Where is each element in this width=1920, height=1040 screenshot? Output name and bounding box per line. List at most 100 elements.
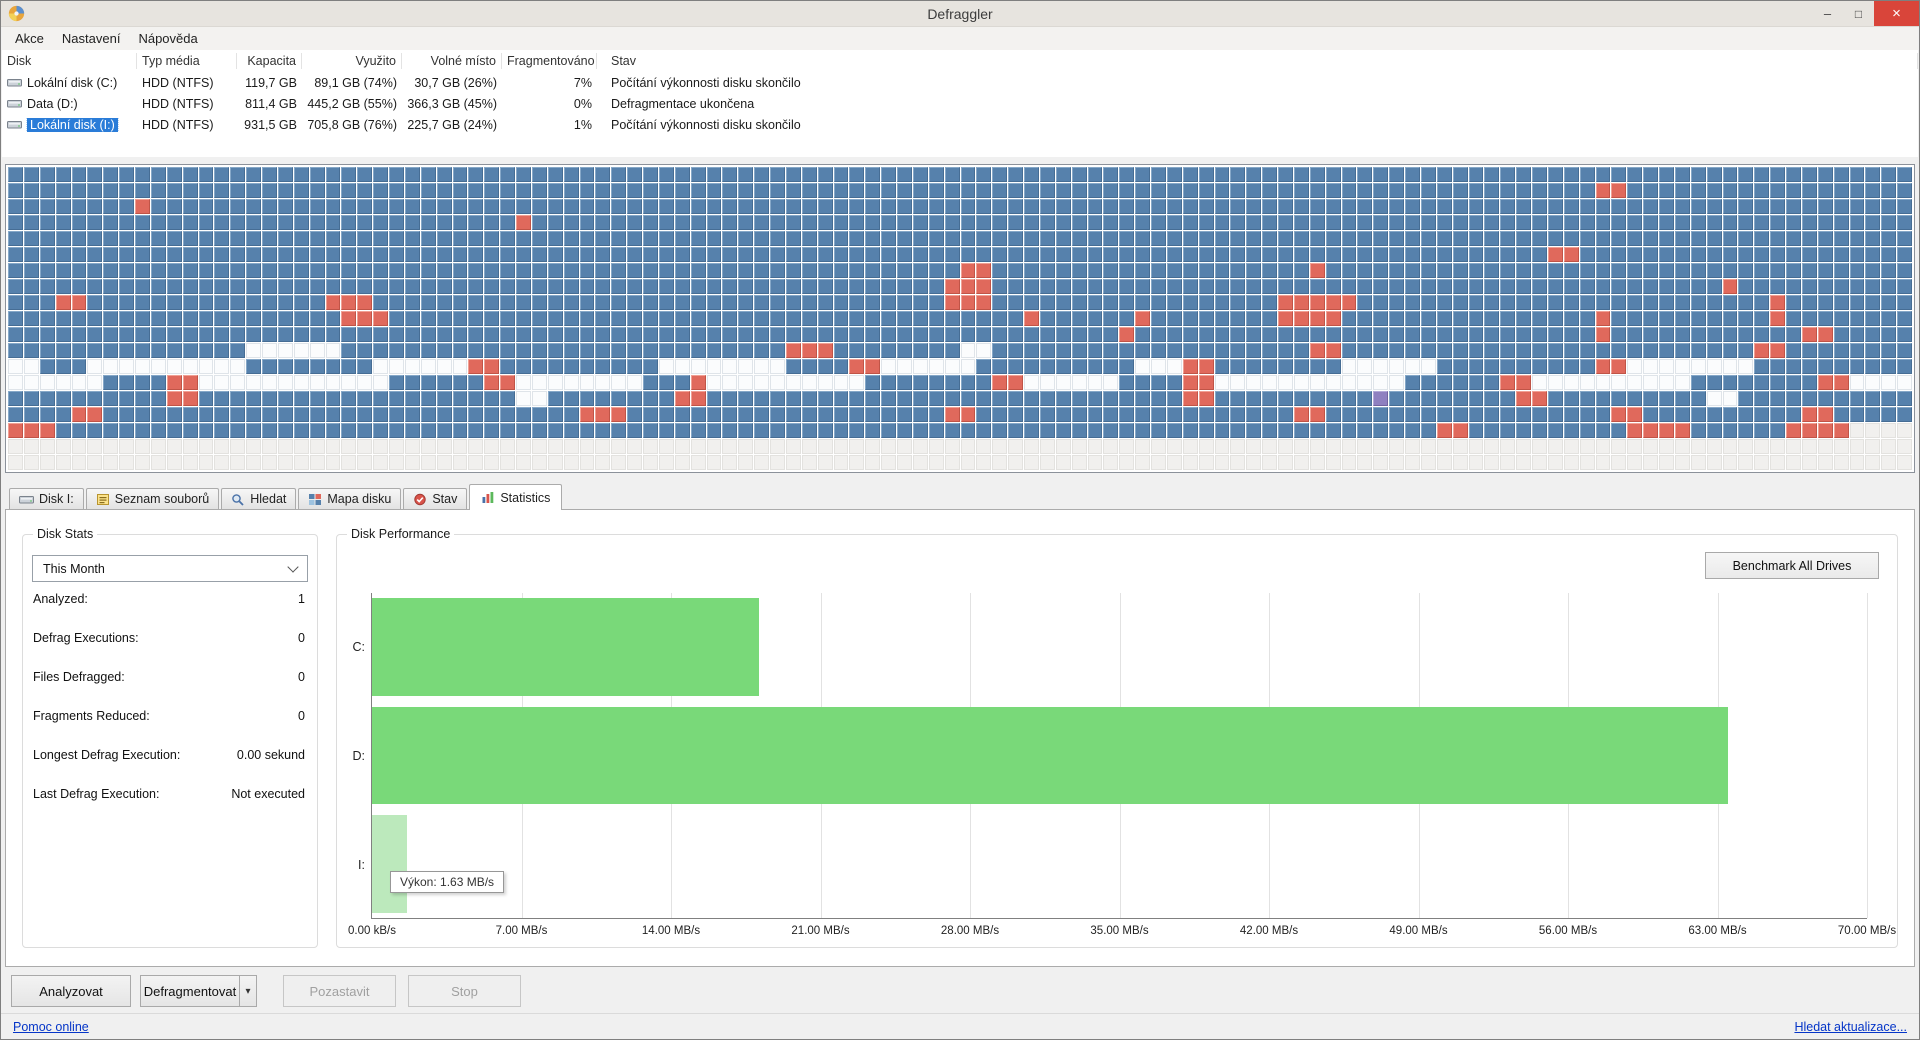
tab-2[interactable]: Hledat — [221, 488, 296, 509]
health-icon — [413, 493, 427, 506]
help-online-link[interactable]: Pomoc online — [13, 1020, 89, 1034]
chart-plot: Výkon: 1.63 MB/s 0.00 kB/s7.00 MB/s14.00… — [371, 593, 1867, 919]
drive-icon — [7, 76, 22, 89]
disk-map — [5, 164, 1915, 473]
drive-icon — [19, 493, 34, 506]
menu-bar: AkceNastaveníNápověda — [2, 27, 1918, 50]
tab-5[interactable]: Statistics — [469, 484, 562, 510]
disk-used: 89,1 GB (74%) — [302, 76, 402, 90]
window-maximize-button[interactable]: □ — [1843, 1, 1874, 26]
axis-tick-label: 7.00 MB/s — [496, 925, 548, 937]
window-close-button[interactable]: × — [1874, 1, 1919, 26]
title-bar: Defraggler –□× — [1, 1, 1919, 27]
disk-table-body: Lokální disk (C:)HDD (NTFS)119,7 GB89,1 … — [2, 72, 1918, 135]
defragment-dropdown-button[interactable]: ▾ — [239, 975, 257, 1007]
performance-chart: C: D: I: Výkon: 1.63 MB/s 0.00 kB/s7.00 MB… — [345, 593, 1867, 919]
chevron-down-icon — [287, 561, 298, 572]
category-label: D: — [353, 749, 366, 763]
file-list-icon — [96, 493, 110, 506]
chart-cats: C: D: I: — [345, 593, 371, 919]
category-label: C: — [353, 640, 366, 654]
pause-button: Pozastavit — [283, 975, 396, 1007]
tab-strip: Disk I: Seznam souborů Hledat Mapa disku Sta… — [9, 484, 564, 509]
tab-1[interactable]: Seznam souborů — [86, 488, 220, 509]
performance-tooltip: Výkon: 1.63 MB/s — [390, 871, 504, 893]
performance-bar-I — [372, 815, 407, 912]
disk-type: HDD (NTFS) — [137, 118, 237, 132]
column-header-5[interactable]: Fragmentováno — [502, 53, 597, 69]
disk-table-header: DiskTyp médiaKapacitaVyužitoVolné místoF… — [2, 50, 1918, 72]
tab-label: Seznam souborů — [115, 492, 210, 506]
disk-name-cell: Lokální disk (C:) — [2, 76, 137, 90]
menu-item-1[interactable]: Nastavení — [53, 28, 130, 49]
axis-tick-label: 42.00 MB/s — [1240, 925, 1298, 937]
disk-capacity: 811,4 GB — [237, 97, 302, 111]
defragment-button[interactable]: Defragmentovat — [140, 975, 240, 1007]
disk-row-1[interactable]: Data (D:)HDD (NTFS)811,4 GB445,2 GB (55%… — [2, 93, 1918, 114]
column-header-0[interactable]: Disk — [2, 53, 137, 69]
category-label: I: — [358, 858, 365, 872]
disk-row-0[interactable]: Lokální disk (C:) HDD (NTFS)119,7 GB89,1 … — [2, 72, 1918, 93]
axis-tick-label: 28.00 MB/s — [941, 925, 999, 937]
statistics-icon — [481, 491, 495, 504]
menu-item-0[interactable]: Akce — [6, 28, 53, 49]
disk-fragmented: 1% — [502, 118, 597, 132]
defraggler-logo-icon — [8, 5, 25, 22]
axis-tick-label: 70.00 MB/s — [1838, 925, 1896, 937]
stop-button: Stop — [408, 975, 521, 1007]
window-minimize-button[interactable]: – — [1812, 1, 1843, 26]
footer-buttons: Analyzovat Defragmentovat▾ Pozastavit Stop — [11, 975, 530, 1007]
stat-item: Defrag Executions:0 — [33, 631, 305, 670]
menu-item-2[interactable]: Nápověda — [129, 28, 206, 49]
disk-used: 445,2 GB (55%) — [302, 97, 402, 111]
disk-fragmented: 0% — [502, 97, 597, 111]
disk-list: DiskTyp médiaKapacitaVyužitoVolné místoF… — [2, 50, 1918, 157]
search-icon — [231, 493, 245, 506]
column-header-4[interactable]: Volné místo — [402, 53, 502, 69]
window-title: Defraggler — [1, 6, 1919, 22]
tab-0[interactable]: Disk I: — [9, 488, 84, 509]
tab-3[interactable]: Mapa disku — [298, 488, 401, 509]
performance-bar-D — [372, 707, 1728, 804]
window-controls: –□× — [1812, 1, 1919, 26]
axis-tick-label: 21.00 MB/s — [791, 925, 849, 937]
benchmark-all-drives-button[interactable]: Benchmark All Drives — [1705, 552, 1879, 579]
tab-label: Statistics — [500, 491, 550, 505]
disk-status: Počítání výkonnosti disku skončilo — [597, 76, 1918, 90]
check-updates-link[interactable]: Hledat aktualizace... — [1794, 1020, 1907, 1034]
stat-item: Analyzed:1 — [33, 592, 305, 631]
disk-row-2[interactable]: Lokální disk (I:)HDD (NTFS)931,5 GB705,8… — [2, 114, 1918, 135]
axis-tick-label: 14.00 MB/s — [642, 925, 700, 937]
tab-label: Disk I: — [39, 492, 74, 506]
disk-name: Lokální disk (C:) — [27, 76, 117, 90]
stats-list: Analyzed:1Defrag Executions:0Files Defra… — [33, 592, 305, 826]
tab-label: Hledat — [250, 492, 286, 506]
disk-name-cell: Data (D:) — [2, 97, 137, 111]
column-header-2[interactable]: Kapacita — [237, 53, 302, 69]
disk-capacity: 931,5 GB — [237, 118, 302, 132]
stat-item: Fragments Reduced:0 — [33, 709, 305, 748]
period-select[interactable]: This Month — [32, 555, 308, 582]
axis-tick-label: 35.00 MB/s — [1090, 925, 1148, 937]
disk-performance-group: Disk Performance Benchmark All Drives C:… — [336, 534, 1898, 948]
disk-map-grid[interactable] — [8, 167, 1912, 470]
disk-type: HDD (NTFS) — [137, 97, 237, 111]
disk-capacity: 119,7 GB — [237, 76, 302, 90]
tab-4[interactable]: Stav — [403, 488, 467, 509]
analyze-button[interactable]: Analyzovat — [11, 975, 131, 1007]
status-bar: Pomoc online Hledat aktualizace... — [1, 1013, 1919, 1039]
statistics-panel: Disk Stats This Month Analyzed:1Defrag E… — [5, 509, 1915, 967]
disk-map-icon — [308, 493, 322, 506]
axis-tick-label: 49.00 MB/s — [1389, 925, 1447, 937]
disk-type: HDD (NTFS) — [137, 76, 237, 90]
tab-label: Stav — [432, 492, 457, 506]
period-value: This Month — [43, 562, 105, 576]
disk-used: 705,8 GB (76%) — [302, 118, 402, 132]
disk-fragmented: 7% — [502, 76, 597, 90]
column-header-3[interactable]: Využito — [302, 53, 402, 69]
defraggler-window: Defraggler –□× AkceNastaveníNápověda Dis… — [0, 0, 1920, 1040]
column-header-6[interactable]: Stav — [597, 53, 1918, 69]
performance-bar-C — [372, 598, 759, 695]
disk-free: 225,7 GB (24%) — [402, 118, 502, 132]
column-header-1[interactable]: Typ média — [137, 53, 237, 69]
